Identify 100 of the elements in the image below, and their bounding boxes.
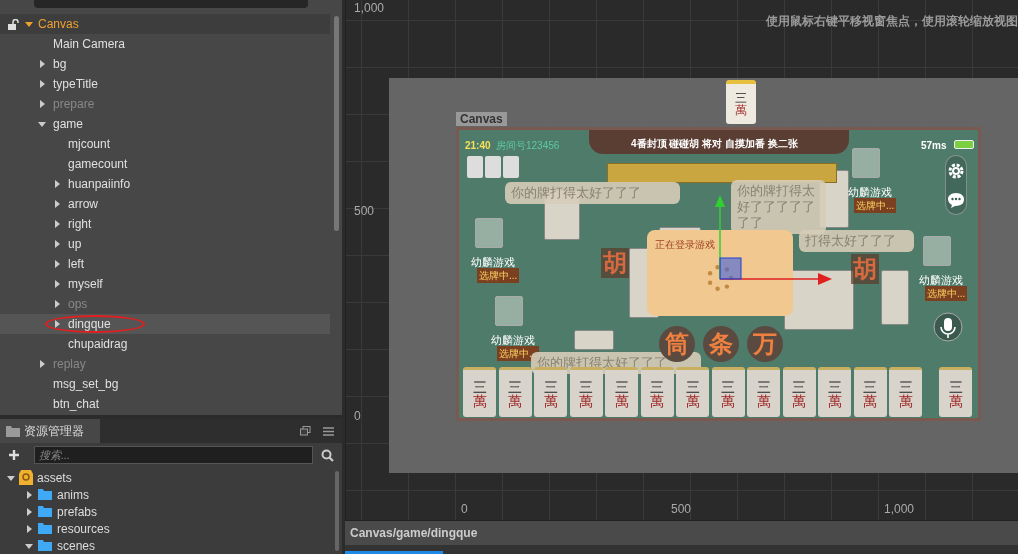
tree-row[interactable]: msg_set_bg xyxy=(0,374,330,394)
mahjong-tile: 三 萬 xyxy=(939,367,972,417)
tree-item[interactable]: left xyxy=(68,255,84,273)
tree-item[interactable]: btn_chat xyxy=(53,395,100,413)
avatar-placeholder xyxy=(495,296,523,326)
tile-stack xyxy=(574,330,614,350)
assets-tab[interactable]: 资源管理器 xyxy=(0,419,100,443)
player-name: 幼麟游戏 xyxy=(848,185,892,200)
scrollbar[interactable] xyxy=(335,471,339,551)
chat-bubble: 你的牌打得太好了了了了了了了 xyxy=(731,180,826,234)
tree-item[interactable]: dingque xyxy=(68,315,111,333)
tree-row[interactable]: gamecount xyxy=(0,154,330,174)
tree-row[interactable]: right xyxy=(0,214,330,234)
mahjong-tile: 三 萬 xyxy=(889,367,922,417)
tree-row[interactable]: huanpaiinfo xyxy=(0,174,330,194)
expand-arrow-icon[interactable] xyxy=(25,20,33,28)
search-icon[interactable] xyxy=(321,448,334,462)
mahjong-tile: 三 萬 xyxy=(605,367,638,417)
collapse-arrow-icon[interactable] xyxy=(53,320,61,328)
tree-item[interactable]: gamecount xyxy=(68,155,128,173)
unlock-icon[interactable] xyxy=(8,18,20,30)
mahjong-tile: 三 萬 xyxy=(711,367,745,417)
tree-row[interactable]: myself xyxy=(0,274,330,294)
tree-item[interactable]: resources xyxy=(57,519,110,538)
mahjong-tile: 三 萬 xyxy=(676,367,709,417)
tree-row[interactable]: dingque xyxy=(0,314,330,334)
player-name: 幼麟游戏 xyxy=(491,333,535,348)
settings-icon[interactable] xyxy=(947,162,965,180)
expand-arrow-icon[interactable] xyxy=(25,541,33,550)
collapse-arrow-icon[interactable] xyxy=(53,280,61,288)
expand-arrow-icon[interactable] xyxy=(38,120,46,128)
collapse-arrow-icon[interactable] xyxy=(25,490,33,499)
collapse-arrow-icon[interactable] xyxy=(53,240,61,248)
collapse-arrow-icon[interactable] xyxy=(53,220,61,228)
player-name: 幼麟游戏 xyxy=(919,273,963,288)
tree-item[interactable]: msg_set_bg xyxy=(53,375,119,393)
collapse-arrow-icon[interactable] xyxy=(25,507,33,516)
axis-label: 500 xyxy=(354,203,375,220)
tree-row[interactable]: Main Camera xyxy=(0,34,330,54)
collapse-arrow-icon[interactable] xyxy=(25,524,33,533)
tree-row[interactable]: bg xyxy=(0,54,330,74)
collapse-arrow-icon[interactable] xyxy=(38,60,46,68)
collapse-arrow-icon[interactable] xyxy=(38,360,46,368)
tile-stack xyxy=(881,270,909,325)
mahjong-tile: 三 萬 xyxy=(569,367,603,417)
tree-row[interactable]: typeTitle xyxy=(0,74,330,94)
tree-item[interactable]: huanpaiinfo xyxy=(68,175,131,193)
tree-item[interactable]: arrow xyxy=(68,195,98,213)
add-icon[interactable] xyxy=(8,449,20,461)
tree-item[interactable]: right xyxy=(68,215,92,233)
tree-item[interactable]: up xyxy=(68,235,82,253)
tree-row[interactable]: chupaidrag xyxy=(0,334,330,354)
mahjong-tile: 三 萬 xyxy=(534,367,567,417)
folder-icon xyxy=(38,540,52,551)
tree-item[interactable]: assets xyxy=(37,468,72,487)
collapse-arrow-icon[interactable] xyxy=(53,200,61,208)
collapse-arrow-icon[interactable] xyxy=(38,80,46,88)
loading-spinner-icon xyxy=(705,263,735,293)
menu-icon[interactable] xyxy=(323,426,334,436)
search-field[interactable] xyxy=(34,0,308,8)
player-status: 选牌中... xyxy=(477,268,520,283)
tree-item[interactable]: prefabs xyxy=(57,502,98,521)
search-field[interactable]: 搜索... xyxy=(34,446,313,464)
time-text: 21:40 xyxy=(465,139,491,153)
collapse-arrow-icon[interactable] xyxy=(53,180,61,188)
collapse-arrow-icon[interactable] xyxy=(53,300,61,308)
folder-icon xyxy=(38,489,52,500)
tree-item[interactable]: typeTitle xyxy=(53,75,98,93)
tree-row[interactable]: up xyxy=(0,234,330,254)
avatar-placeholder xyxy=(475,218,503,248)
tree-item[interactable]: scenes xyxy=(57,536,96,554)
microphone-icon[interactable] xyxy=(933,312,963,342)
scene-view[interactable] xyxy=(345,0,1018,520)
collapse-arrow-icon[interactable] xyxy=(53,260,61,268)
maximize-icon[interactable] xyxy=(300,426,311,436)
tree-item[interactable]: chupaidrag xyxy=(68,335,128,353)
tree-row[interactable]: btn_chat xyxy=(0,394,330,414)
player-status: 选牌中... xyxy=(925,286,968,301)
tree-row[interactable]: left xyxy=(0,254,330,274)
avatar-placeholder xyxy=(852,148,880,178)
tree-row[interactable]: game xyxy=(0,114,330,134)
tree-item[interactable]: myself xyxy=(68,275,103,293)
tree-row[interactable]: arrow xyxy=(0,194,330,214)
mahjong-tile: 三 萬 xyxy=(818,367,851,417)
tree-item[interactable]: bg xyxy=(53,55,67,73)
mahjong-tile xyxy=(467,156,483,178)
tree-item[interactable]: Canvas xyxy=(38,15,79,33)
ping-text: 57ms xyxy=(921,139,947,153)
collapse-arrow-icon[interactable] xyxy=(38,100,46,108)
tree-item[interactable]: game xyxy=(53,115,84,133)
scrollbar[interactable] xyxy=(334,16,339,231)
tree-item[interactable]: mjcount xyxy=(68,135,111,153)
expand-arrow-icon[interactable] xyxy=(7,473,15,482)
player-status: 选牌中... xyxy=(497,346,540,361)
tree-item[interactable]: anims xyxy=(57,485,89,504)
axis-label: 0 xyxy=(354,408,361,425)
tree-item[interactable]: Main Camera xyxy=(53,35,126,53)
chat-icon[interactable] xyxy=(947,192,965,208)
tree-row[interactable]: mjcount xyxy=(0,134,330,154)
room-number: 房间号123456 xyxy=(496,139,560,153)
